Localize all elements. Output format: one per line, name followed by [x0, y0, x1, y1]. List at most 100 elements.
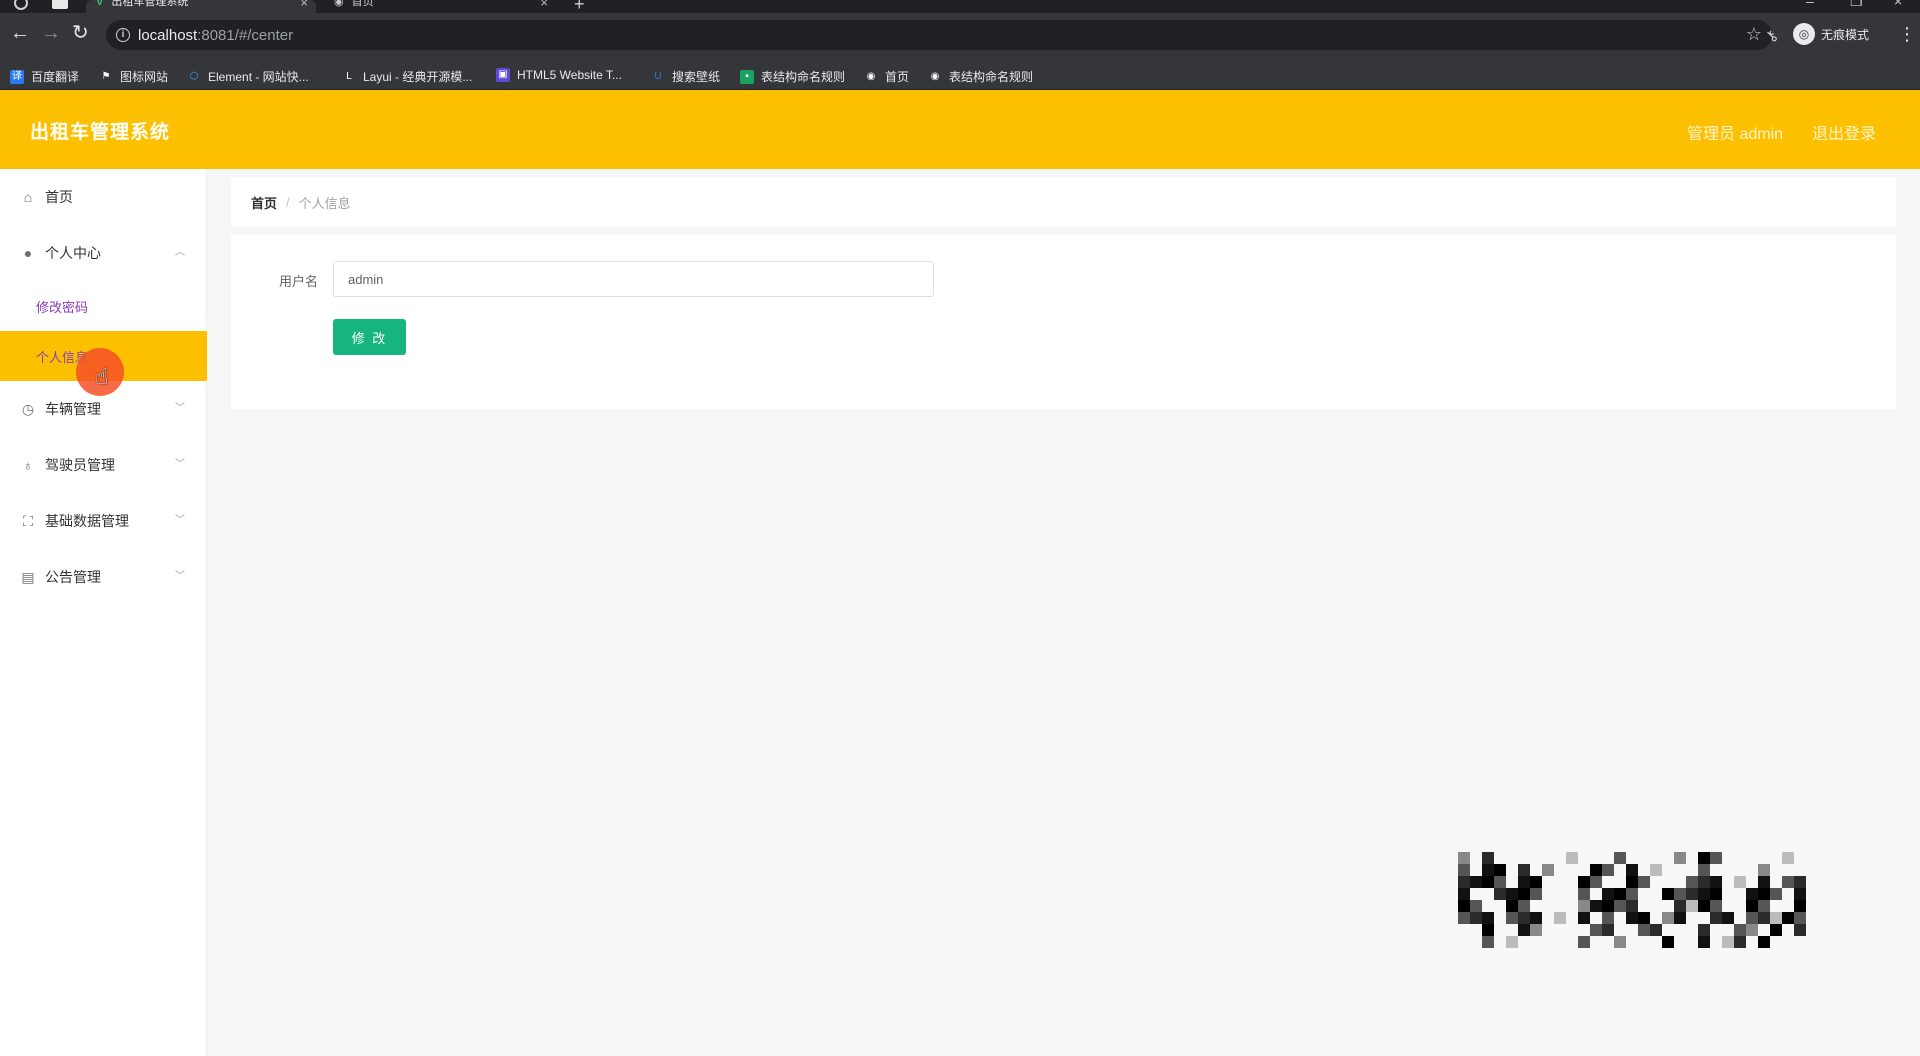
watermark-pixel	[1638, 876, 1650, 888]
bookmark-item[interactable]: ◉ 表结构命名规则	[928, 68, 1033, 85]
watermark-pixel	[1518, 936, 1530, 948]
watermark-pixel	[1686, 852, 1698, 864]
watermark-pixel	[1794, 852, 1806, 864]
user-icon: ●	[23, 245, 33, 261]
watermark-pixel	[1710, 924, 1722, 936]
watermark-pixel	[1602, 852, 1614, 864]
bookmark-item[interactable]: ◉ 首页	[864, 68, 909, 85]
watermark-pixel	[1530, 864, 1542, 876]
new-tab-icon[interactable]: +	[574, 0, 585, 13]
sidebar-item-notices[interactable]: ▤ 公告管理 ﹀	[0, 549, 207, 605]
incognito-label: 无痕模式	[1821, 27, 1870, 42]
breadcrumb-separator: /	[286, 194, 290, 210]
bookmark-item[interactable]: 译 百度翻译	[10, 68, 79, 85]
home-icon: ⌂	[23, 189, 33, 205]
sidebar: ⌂ 首页 ● 个人中心 ︿ 修改密码 个人信息 ◷ 车辆管理 ﹀ ♁ 驾驶员管理…	[0, 169, 207, 1056]
watermark-pixel	[1530, 876, 1542, 888]
watermark-pixel	[1746, 852, 1758, 864]
modify-button[interactable]: 修 改	[333, 319, 406, 355]
watermark-pixel	[1542, 924, 1554, 936]
minimize-icon[interactable]: –	[1806, 0, 1814, 8]
bookmark-star-icon[interactable]: ☆	[1746, 24, 1762, 45]
back-arrow-icon[interactable]: ←	[10, 23, 30, 43]
watermark-pixel	[1686, 900, 1698, 912]
sidebar-item-label: 个人中心	[45, 245, 101, 261]
watermark-pixel	[1542, 888, 1554, 900]
sidebar-item-change-password[interactable]: 修改密码	[0, 281, 207, 331]
watermark-pixel	[1506, 864, 1518, 876]
watermark-pixel	[1506, 888, 1518, 900]
watermark-pixel	[1494, 888, 1506, 900]
tab-taxi-system[interactable]: V 出租车管理系统 ×	[86, 0, 316, 13]
close-icon[interactable]: ×	[300, 0, 308, 9]
watermark-pixel	[1770, 900, 1782, 912]
briefcase-icon: ▤	[21, 568, 35, 585]
flag-icon: ⚑	[101, 70, 111, 82]
watermark-pixel	[1650, 924, 1662, 936]
address-bar[interactable]: i localhost:8081/#/center ☆	[106, 20, 1772, 50]
watermark-pixel	[1554, 876, 1566, 888]
watermark-pixel	[1698, 936, 1710, 948]
info-icon[interactable]: i	[116, 28, 130, 42]
watermark-pixel	[1698, 864, 1710, 876]
watermark-pixel	[1770, 912, 1782, 924]
watermark-pixel	[1578, 864, 1590, 876]
watermark-pixel	[1614, 852, 1626, 864]
watermark-pixel	[1758, 912, 1770, 924]
breadcrumb-home[interactable]: 首页	[251, 193, 277, 212]
watermark-pixel	[1650, 912, 1662, 924]
watermark-pixel	[1758, 900, 1770, 912]
restore-icon[interactable]: ❐	[1850, 0, 1863, 8]
tab-home[interactable]: ◉ 首页 ×	[324, 0, 556, 13]
logout-link[interactable]: 退出登录	[1812, 120, 1876, 144]
watermark-pixel	[1710, 936, 1722, 948]
username-input[interactable]	[333, 261, 934, 297]
bookmark-item[interactable]: ⚑ 图标网站	[99, 68, 169, 85]
watermark-pixel	[1638, 852, 1650, 864]
sidebar-item-home[interactable]: ⌂ 首页	[0, 169, 207, 225]
watermark-pixel	[1470, 864, 1482, 876]
watermark-pixel	[1650, 876, 1662, 888]
watermark-pixel	[1734, 924, 1746, 936]
watermark-pixel	[1782, 924, 1794, 936]
bookmark-item[interactable]: ▣ HTML5 Website T...	[496, 68, 622, 82]
window-close-icon[interactable]: ×	[1894, 0, 1902, 8]
incognito-indicator[interactable]: ◎ 无痕模式	[1793, 23, 1869, 45]
bookmarks-bar: 译 百度翻译 ⚑ 图标网站 ⬡ Element - 网站快... L Layui…	[0, 62, 1920, 90]
reload-icon[interactable]: ↻	[72, 23, 89, 43]
watermark-pixel	[1530, 888, 1542, 900]
watermark-pixel	[1494, 912, 1506, 924]
watermark-pixel	[1494, 900, 1506, 912]
watermark-pixel	[1578, 936, 1590, 948]
bookmark-item[interactable]: L Layui - 经典开源模...	[342, 68, 472, 85]
bookmark-item[interactable]: U 搜索壁纸	[651, 68, 720, 85]
close-icon[interactable]: ×	[540, 0, 548, 9]
watermark-pixel	[1506, 924, 1518, 936]
watermark-pixel	[1698, 900, 1710, 912]
watermark-pixel	[1686, 864, 1698, 876]
sidebar-item-basic-data[interactable]: ⛶ 基础数据管理 ﹀	[0, 493, 207, 549]
sidebar-item-personal-center[interactable]: ● 个人中心 ︿	[0, 225, 207, 281]
bookmark-item[interactable]: ⬡ Element - 网站快...	[187, 68, 309, 85]
watermark-pixel	[1494, 876, 1506, 888]
watermark-pixel	[1782, 900, 1794, 912]
more-menu-icon[interactable]: ⋮	[1898, 25, 1916, 43]
watermark-pixel	[1794, 912, 1806, 924]
watermark-pixel	[1626, 888, 1638, 900]
pinned-tab[interactable]	[52, 0, 68, 9]
sidebar-item-drivers[interactable]: ♁ 驾驶员管理 ﹀	[0, 437, 207, 493]
watermark-pixel	[1602, 936, 1614, 948]
forward-arrow-icon[interactable]: →	[41, 23, 61, 43]
microphone-icon: ♁	[22, 457, 34, 473]
watermark-pixel	[1602, 924, 1614, 936]
watermark-pixel	[1614, 864, 1626, 876]
bookmark-item[interactable]: ▪ 表结构命名规则	[740, 68, 845, 85]
watermark-pixel	[1518, 852, 1530, 864]
watermark-pixel	[1710, 852, 1722, 864]
url-text[interactable]: localhost:8081/#/center	[138, 27, 293, 44]
watermark-pixel	[1746, 912, 1758, 924]
watermark-pixel	[1746, 900, 1758, 912]
watermark-pixel	[1662, 852, 1674, 864]
watermark-pixel	[1638, 888, 1650, 900]
watermark-pixel	[1746, 888, 1758, 900]
